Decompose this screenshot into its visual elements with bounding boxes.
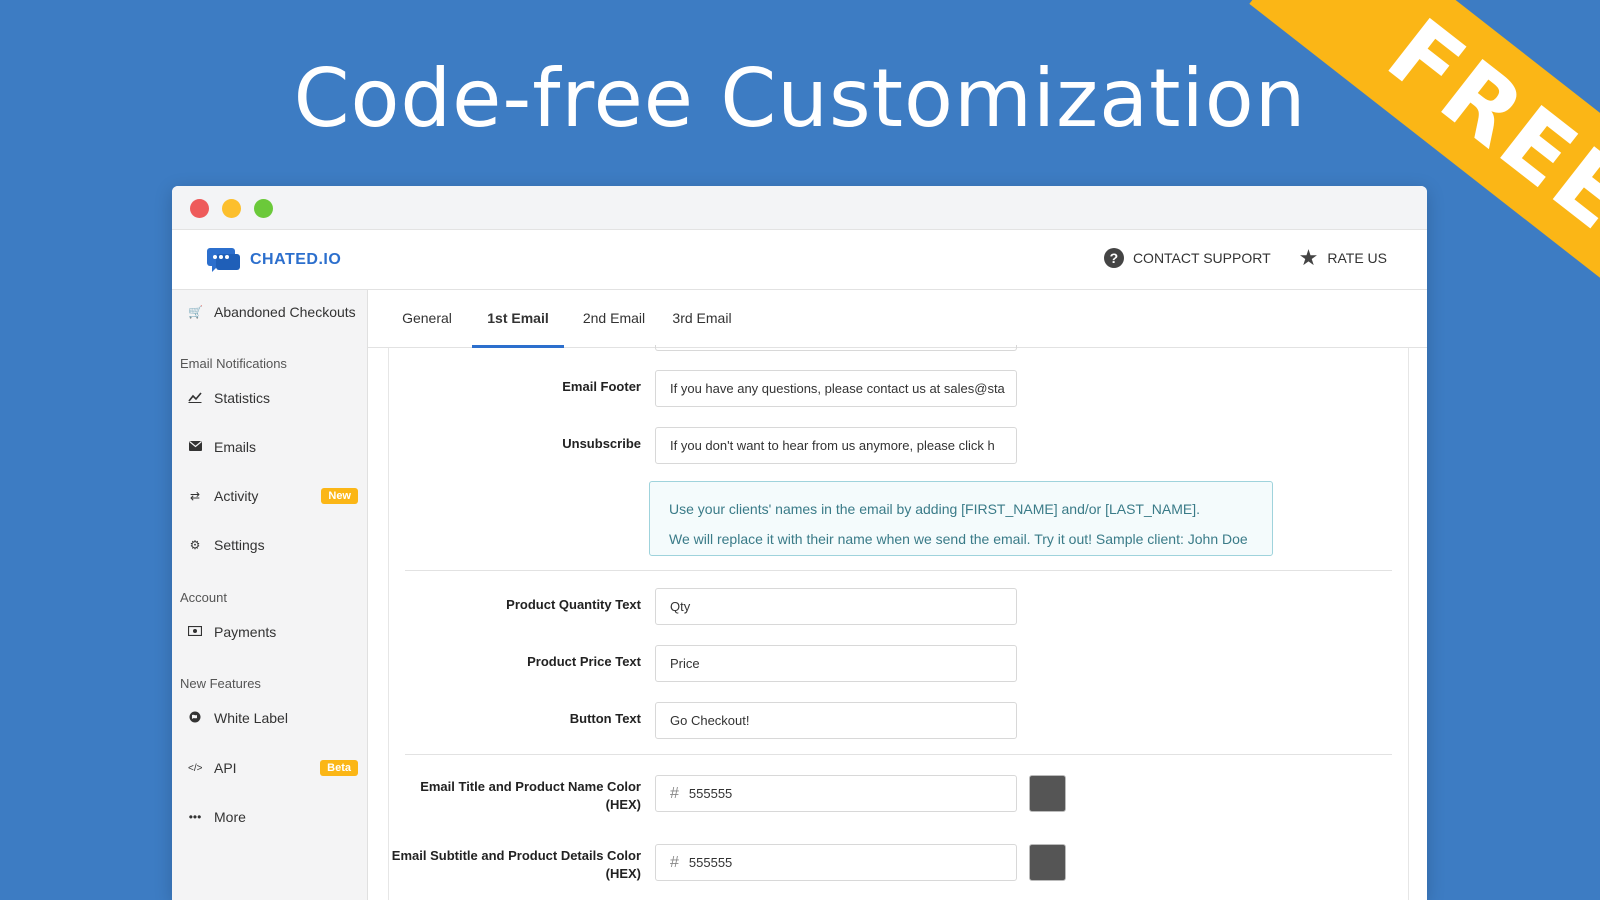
info-line-2: We will replace it with their name when … [669,531,1248,547]
close-window-button[interactable] [190,199,209,218]
tab-1st-email[interactable]: 1st Email [472,290,564,348]
beta-badge: Beta [320,760,358,776]
sidebar-item-label: API [214,760,237,776]
chat-bubbles-icon [207,248,240,272]
logo[interactable]: CHATED.IO [206,246,341,274]
tab-3rd-email[interactable]: 3rd Email [662,290,742,348]
subtitle-color-field[interactable]: #555555 [655,844,1017,881]
sidebar-item-label: Emails [214,439,257,455]
main-panel: General 1st Email 2nd Email 3rd Email Em… [368,290,1427,900]
button-text-label: Button Text [569,711,641,726]
info-line-1: Use your clients' names in the email by … [669,501,1201,517]
product-quantity-label: Product Quantity Text [506,597,641,612]
tab-2nd-email[interactable]: 2nd Email [572,290,656,348]
hash-icon: # [670,785,679,802]
sidebar-item-label: Payments [214,624,277,640]
sidebar-item-abandoned-checkouts[interactable]: 🛒 Abandoned Checkouts [188,304,358,320]
button-text-field[interactable]: Go Checkout! [655,702,1017,739]
new-badge: New [321,488,358,504]
email-footer-field[interactable]: If you have any questions, please contac… [655,370,1017,407]
title-color-field[interactable]: #555555 [655,775,1017,812]
sidebar-section-new-features: New Features [180,676,261,691]
header-actions: ? CONTACT SUPPORT ★ RATE US [1103,245,1387,270]
sidebar-item-label: Activity [214,488,259,504]
tab-general[interactable]: General [390,290,464,348]
contact-support-button[interactable]: ? CONTACT SUPPORT [1103,248,1271,268]
section-divider [405,570,1392,571]
star-icon: ★ [1298,245,1319,270]
subtitle-color-value: 555555 [688,855,733,870]
sidebar-item-api[interactable]: </> API Beta [188,760,358,776]
question-icon: ? [1103,248,1124,268]
money-icon [187,625,203,639]
hash-icon: # [670,854,679,871]
sidebar-item-label: White Label [214,710,288,726]
sidebar-item-label: More [214,809,246,825]
unsubscribe-field[interactable]: If you don't want to hear from us anymor… [655,427,1017,464]
app-header: CHATED.IO ? CONTACT SUPPORT ★ RATE US [172,230,1427,290]
app-window: CHATED.IO ? CONTACT SUPPORT ★ RATE US 🛒 … [172,186,1427,900]
partial-field-above[interactable] [655,345,1017,351]
cart-icon: 🛒 [188,305,203,319]
sidebar-section-account: Account [180,590,227,605]
sidebar-section-email-notifications: Email Notifications [180,356,287,371]
email-settings-form: Email Footer If you have any questions, … [388,345,1409,900]
sidebar-item-more[interactable]: ••• More [188,809,358,825]
sidebar-item-settings[interactable]: ⚙ Settings [188,537,358,553]
code-icon: </> [188,762,203,774]
sidebar-item-statistics[interactable]: Statistics [188,390,358,406]
section-divider [405,754,1392,755]
sidebar-item-label: Abandoned Checkouts [214,304,356,320]
product-price-field[interactable]: Price [655,645,1017,682]
sidebar-item-white-label[interactable]: White Label [188,710,358,726]
sidebar-item-label: Settings [214,537,265,553]
title-color-label: Email Title and Product Name Color (HEX) [420,779,641,812]
subtitle-color-label: Email Subtitle and Product Details Color… [391,848,641,881]
email-tabs: General 1st Email 2nd Email 3rd Email [368,290,1427,348]
line-chart-icon [188,391,202,406]
name-placeholder-info: Use your clients' names in the email by … [649,481,1273,556]
subtitle-color-swatch[interactable] [1029,844,1066,881]
sidebar-item-emails[interactable]: Emails [188,439,358,455]
globe-icon [188,711,202,726]
banner-headline: Code-free Customization [293,52,1307,145]
product-price-label: Product Price Text [527,654,641,669]
ellipsis-icon: ••• [188,810,202,824]
sidebar-item-activity[interactable]: ⇄ Activity New [188,488,358,504]
window-titlebar [172,186,1427,230]
maximize-window-button[interactable] [254,199,273,218]
envelope-icon [188,440,202,454]
unsubscribe-label: Unsubscribe [562,436,641,451]
contact-support-label: CONTACT SUPPORT [1132,250,1271,266]
sidebar-item-payments[interactable]: Payments [187,624,358,640]
email-footer-label: Email Footer [562,379,641,394]
product-quantity-field[interactable]: Qty [655,588,1017,625]
logo-text: CHATED.IO [250,251,342,268]
gear-icon: ⚙ [189,538,201,552]
title-color-value: 555555 [688,786,733,801]
title-color-swatch[interactable] [1029,775,1066,812]
sidebar-item-label: Statistics [214,390,271,406]
rate-us-button[interactable]: ★ RATE US [1298,245,1387,270]
sidebar: 🛒 Abandoned Checkouts Email Notification… [172,290,368,900]
exchange-arrows-icon: ⇄ [189,489,201,503]
minimize-window-button[interactable] [222,199,241,218]
rate-us-label: RATE US [1327,250,1387,266]
